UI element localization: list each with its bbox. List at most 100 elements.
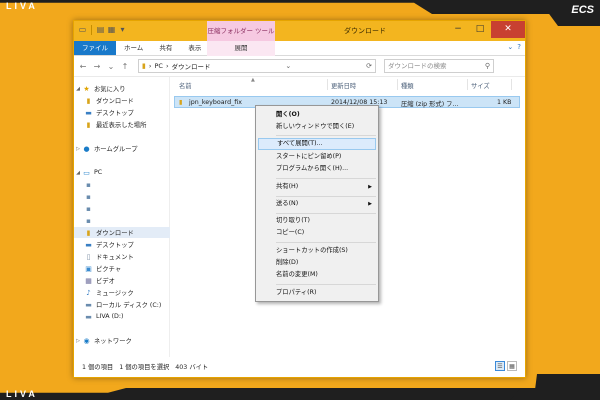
menu-item-delete[interactable]: 削除(D) bbox=[258, 257, 376, 269]
drive-icon: ▪ bbox=[86, 192, 91, 201]
pictures-icon: ▣ bbox=[85, 264, 92, 273]
documents-icon: ▯ bbox=[86, 252, 91, 261]
properties-icon[interactable]: ▤ bbox=[96, 25, 105, 35]
column-divider[interactable] bbox=[327, 79, 328, 90]
nav-favorite-desktop[interactable]: ▬ デスクトップ bbox=[74, 107, 170, 118]
nav-favorite-recent[interactable]: ▮ 最近表示した場所 bbox=[74, 119, 170, 130]
column-header-size[interactable]: サイズ bbox=[471, 81, 490, 90]
search-icon[interactable]: ⚲ bbox=[485, 62, 490, 70]
up-arrow-icon[interactable]: ↑ bbox=[120, 62, 130, 71]
menu-item-extract-all[interactable]: すべて展開(T)... bbox=[258, 138, 376, 150]
nav-pc-local-disk[interactable]: ▬ ローカル ディスク (C:) bbox=[74, 299, 170, 310]
title-bar: ▭ ▤ ▦ ▾ 圧縮フォルダー ツール ダウンロード − □ ✕ bbox=[74, 21, 525, 41]
column-divider[interactable] bbox=[511, 79, 512, 90]
toolbar-separator bbox=[91, 25, 92, 35]
minimize-button[interactable]: − bbox=[447, 21, 469, 38]
nav-network[interactable]: ▷ ◉ ネットワーク bbox=[74, 335, 170, 346]
menu-item-rename[interactable]: 名前の変更(M) bbox=[258, 269, 376, 281]
nav-pc-downloads[interactable]: ▮ ダウンロード bbox=[74, 227, 170, 238]
search-field[interactable]: ⚲ bbox=[384, 59, 494, 73]
nav-label: PC bbox=[94, 169, 103, 176]
tab-share[interactable]: 共有 bbox=[151, 41, 180, 55]
tab-file[interactable]: ファイル bbox=[74, 41, 116, 55]
chevron-right-icon[interactable]: ▷ bbox=[74, 338, 82, 344]
nav-pc[interactable]: ◢ ▭ PC bbox=[74, 167, 170, 178]
dropdown-chevron-icon[interactable]: ⌄ bbox=[285, 62, 291, 70]
tab-home[interactable]: ホーム bbox=[116, 41, 151, 55]
breadcrumb-pc[interactable]: PC bbox=[154, 62, 162, 70]
menu-item-pin-to-start[interactable]: スタートにピン留め(P) bbox=[258, 151, 376, 163]
address-bar-row: ← → ⌄ ↑ ▮ › PC › ダウンロード ⌄ ⟳ ⚲ bbox=[74, 56, 525, 77]
tab-view[interactable]: 表示 bbox=[180, 41, 209, 55]
folder-icon: ▮ bbox=[142, 62, 146, 70]
menu-item-send-to[interactable]: 送る(N) ▶ bbox=[258, 198, 376, 210]
zip-folder-icon: ▮ bbox=[179, 99, 183, 106]
column-divider[interactable] bbox=[397, 79, 398, 90]
help-icon[interactable]: ? bbox=[517, 43, 521, 51]
nav-pc-documents[interactable]: ▯ ドキュメント bbox=[74, 251, 170, 262]
column-header-name[interactable]: 名前 bbox=[179, 81, 192, 90]
address-input[interactable]: ▮ › PC › ダウンロード ⌄ ⟳ bbox=[138, 59, 376, 73]
menu-item-create-shortcut[interactable]: ショートカットの作成(S) bbox=[258, 245, 376, 257]
new-folder-icon[interactable]: ▦ bbox=[107, 25, 116, 35]
maximize-button[interactable]: □ bbox=[469, 21, 491, 38]
back-arrow-icon[interactable]: ← bbox=[78, 62, 88, 71]
nav-pc-item[interactable]: ▪ bbox=[74, 191, 170, 202]
close-button[interactable]: ✕ bbox=[491, 21, 525, 38]
search-input[interactable] bbox=[388, 62, 483, 70]
nav-pc-item[interactable]: ▪ bbox=[74, 179, 170, 190]
expand-ribbon-icon[interactable]: ⌄ bbox=[507, 43, 513, 51]
nav-pc-pictures[interactable]: ▣ ピクチャ bbox=[74, 263, 170, 274]
menu-item-properties[interactable]: プロパティ(R) bbox=[258, 287, 376, 299]
nav-pc-liva-drive[interactable]: ▬ LIVA (D:) bbox=[74, 311, 170, 322]
network-icon: ◉ bbox=[83, 336, 90, 345]
nav-favorites[interactable]: ◢ ★ お気に入り bbox=[74, 83, 170, 94]
folder-icon[interactable]: ▭ bbox=[78, 25, 87, 35]
large-icons-view-icon[interactable]: ▦ bbox=[507, 361, 517, 371]
breadcrumb-downloads[interactable]: ダウンロード bbox=[172, 61, 211, 71]
tab-extract[interactable]: 展開 bbox=[207, 41, 275, 56]
details-view-icon[interactable]: ☰ bbox=[495, 361, 505, 371]
nav-label: デスクトップ bbox=[96, 242, 134, 249]
menu-item-open-with[interactable]: プログラムから開く(H)... bbox=[258, 163, 376, 175]
forward-arrow-icon[interactable]: → bbox=[92, 62, 102, 71]
music-icon: ♪ bbox=[86, 288, 91, 297]
menu-separator bbox=[276, 213, 376, 214]
drive-icon: ▪ bbox=[86, 204, 91, 213]
recent-locations-chevron-icon[interactable]: ⌄ bbox=[106, 62, 116, 71]
nav-pc-item[interactable]: ▪ bbox=[74, 215, 170, 226]
menu-item-copy[interactable]: コピー(C) bbox=[258, 227, 376, 239]
nav-favorite-downloads[interactable]: ▮ ダウンロード bbox=[74, 95, 170, 106]
nav-label: 最近表示した場所 bbox=[96, 122, 147, 129]
sort-ascending-icon: ▲ bbox=[251, 77, 255, 83]
desktop-icon: ▬ bbox=[85, 240, 92, 249]
chevron-down-icon[interactable]: ◢ bbox=[74, 86, 82, 92]
status-item-count: 1 個の項目 bbox=[82, 363, 114, 371]
window-title: ダウンロード bbox=[344, 27, 386, 35]
nav-label: ホームグループ bbox=[94, 146, 138, 153]
menu-item-share[interactable]: 共有(H) ▶ bbox=[258, 181, 376, 193]
column-divider[interactable] bbox=[467, 79, 468, 90]
refresh-icon[interactable]: ⟳ bbox=[366, 62, 372, 70]
drive-icon: ▪ bbox=[86, 216, 91, 225]
menu-item-label: 送る(N) bbox=[276, 200, 299, 207]
chevron-right-icon[interactable]: ▷ bbox=[74, 146, 82, 152]
nav-pc-item[interactable]: ▪ bbox=[74, 203, 170, 214]
column-header-type[interactable]: 種類 bbox=[401, 81, 414, 90]
nav-homegroup[interactable]: ▷ ● ホームグループ bbox=[74, 143, 170, 154]
column-header-date[interactable]: 更新日時 bbox=[331, 81, 356, 90]
submenu-arrow-icon: ▶ bbox=[368, 184, 372, 190]
menu-item-open[interactable]: 開く(O) bbox=[258, 109, 376, 121]
nav-pc-videos[interactable]: ▦ ビデオ bbox=[74, 275, 170, 286]
menu-item-cut[interactable]: 切り取り(T) bbox=[258, 215, 376, 227]
nav-label: ビデオ bbox=[96, 278, 115, 285]
chevron-down-icon[interactable]: ▾ bbox=[118, 25, 127, 35]
menu-item-open-new-window[interactable]: 新しいウィンドウで開く(E) bbox=[258, 121, 376, 133]
nav-label: ローカル ディスク (C:) bbox=[96, 302, 162, 309]
star-icon: ★ bbox=[83, 84, 90, 93]
liva-logo-bottom: LIVA bbox=[6, 389, 38, 399]
nav-pc-desktop[interactable]: ▬ デスクトップ bbox=[74, 239, 170, 250]
nav-pc-music[interactable]: ♪ ミュージック bbox=[74, 287, 170, 298]
file-size: 1 KB bbox=[497, 99, 512, 106]
chevron-down-icon[interactable]: ◢ bbox=[74, 170, 82, 176]
